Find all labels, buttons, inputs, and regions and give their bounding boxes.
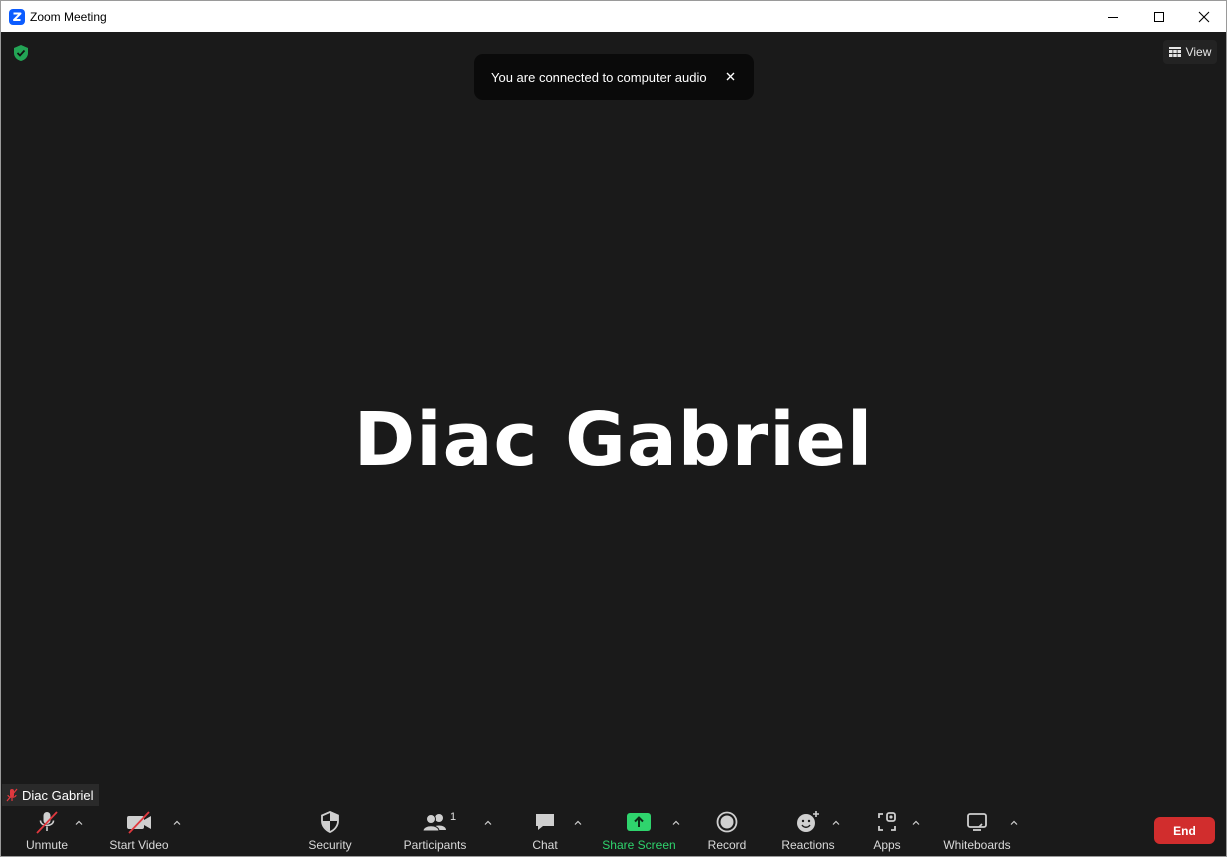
share-screen-button[interactable]: Share Screen [601, 808, 677, 856]
end-meeting-button[interactable]: End [1154, 817, 1215, 844]
chevron-up-icon [672, 820, 680, 825]
participants-count-badge: 1 [450, 811, 457, 823]
chevron-up-icon [173, 820, 181, 825]
apps-button[interactable]: Apps [867, 808, 907, 856]
unmute-button[interactable]: Unmute [21, 808, 73, 856]
participants-icon [422, 814, 446, 832]
chevron-up-icon [1010, 820, 1018, 825]
whiteboards-options-caret[interactable] [1009, 817, 1019, 827]
participant-name-tag: Diac Gabriel [2, 784, 99, 806]
maximize-button[interactable] [1136, 1, 1182, 32]
notification-close-button[interactable] [722, 68, 738, 84]
notification-text: You are connected to computer audio [491, 69, 707, 85]
share-options-caret[interactable] [671, 817, 681, 827]
name-tag-label: Diac Gabriel [22, 787, 94, 803]
view-label: View [1185, 45, 1212, 59]
chat-label: Chat [532, 838, 558, 852]
chevron-up-icon [832, 820, 840, 825]
participants-options-caret[interactable] [483, 817, 493, 827]
close-window-button[interactable] [1181, 1, 1227, 32]
share-screen-icon [627, 813, 651, 831]
encryption-shield-icon[interactable] [12, 44, 30, 62]
chat-bubble-icon [536, 814, 554, 830]
security-shield-icon [321, 811, 339, 833]
whiteboards-button[interactable]: Whiteboards [939, 808, 1015, 856]
participants-label: Participants [403, 838, 467, 852]
record-button[interactable]: Record [705, 808, 749, 856]
window-title: Zoom Meeting [30, 10, 107, 24]
meeting-toolbar: Unmute Start Video Security Participants… [1, 808, 1226, 856]
maximize-icon [1154, 11, 1164, 22]
minimize-icon [1108, 16, 1118, 18]
chevron-up-icon [484, 820, 492, 825]
record-icon [716, 811, 738, 833]
chevron-up-icon [75, 820, 83, 825]
audio-options-caret[interactable] [74, 817, 84, 827]
apps-options-caret[interactable] [911, 817, 921, 827]
chat-button[interactable]: Chat [525, 808, 565, 856]
audio-connected-notification: You are connected to computer audio [474, 54, 754, 100]
zoom-meeting-window: Zoom Meeting You are connected to comput… [0, 0, 1227, 857]
start-video-label: Start Video [109, 838, 169, 852]
participant-display-name: Diac Gabriel [353, 397, 874, 483]
chevron-up-icon [574, 820, 582, 825]
meeting-area: You are connected to computer audio View… [1, 32, 1226, 808]
apps-icon [878, 812, 896, 831]
unmute-label: Unmute [25, 838, 69, 852]
minimize-button[interactable] [1090, 1, 1136, 32]
view-button[interactable]: View [1163, 40, 1217, 64]
participants-button[interactable]: Participants [401, 808, 469, 856]
zoom-logo-icon [9, 9, 25, 25]
whiteboard-icon [967, 813, 987, 831]
close-icon [726, 72, 734, 80]
apps-label: Apps [873, 838, 901, 852]
reactions-options-caret[interactable] [831, 817, 841, 827]
grid-view-icon [1168, 46, 1181, 57]
share-screen-label: Share Screen [602, 838, 676, 852]
start-video-button[interactable]: Start Video [107, 808, 171, 856]
reactions-smiley-icon [797, 811, 819, 832]
reactions-label: Reactions [781, 838, 835, 852]
whiteboards-label: Whiteboards [943, 838, 1011, 852]
security-button[interactable]: Security [303, 808, 357, 856]
video-off-icon [127, 811, 151, 834]
security-label: Security [308, 838, 352, 852]
record-label: Record [707, 838, 747, 852]
muted-microphone-icon [36, 811, 58, 834]
close-icon [1198, 11, 1210, 22]
title-bar: Zoom Meeting [1, 1, 1226, 32]
chat-options-caret[interactable] [573, 817, 583, 827]
chevron-up-icon [912, 820, 920, 825]
video-options-caret[interactable] [172, 817, 182, 827]
reactions-button[interactable]: Reactions [779, 808, 837, 856]
muted-microphone-icon [6, 788, 18, 802]
